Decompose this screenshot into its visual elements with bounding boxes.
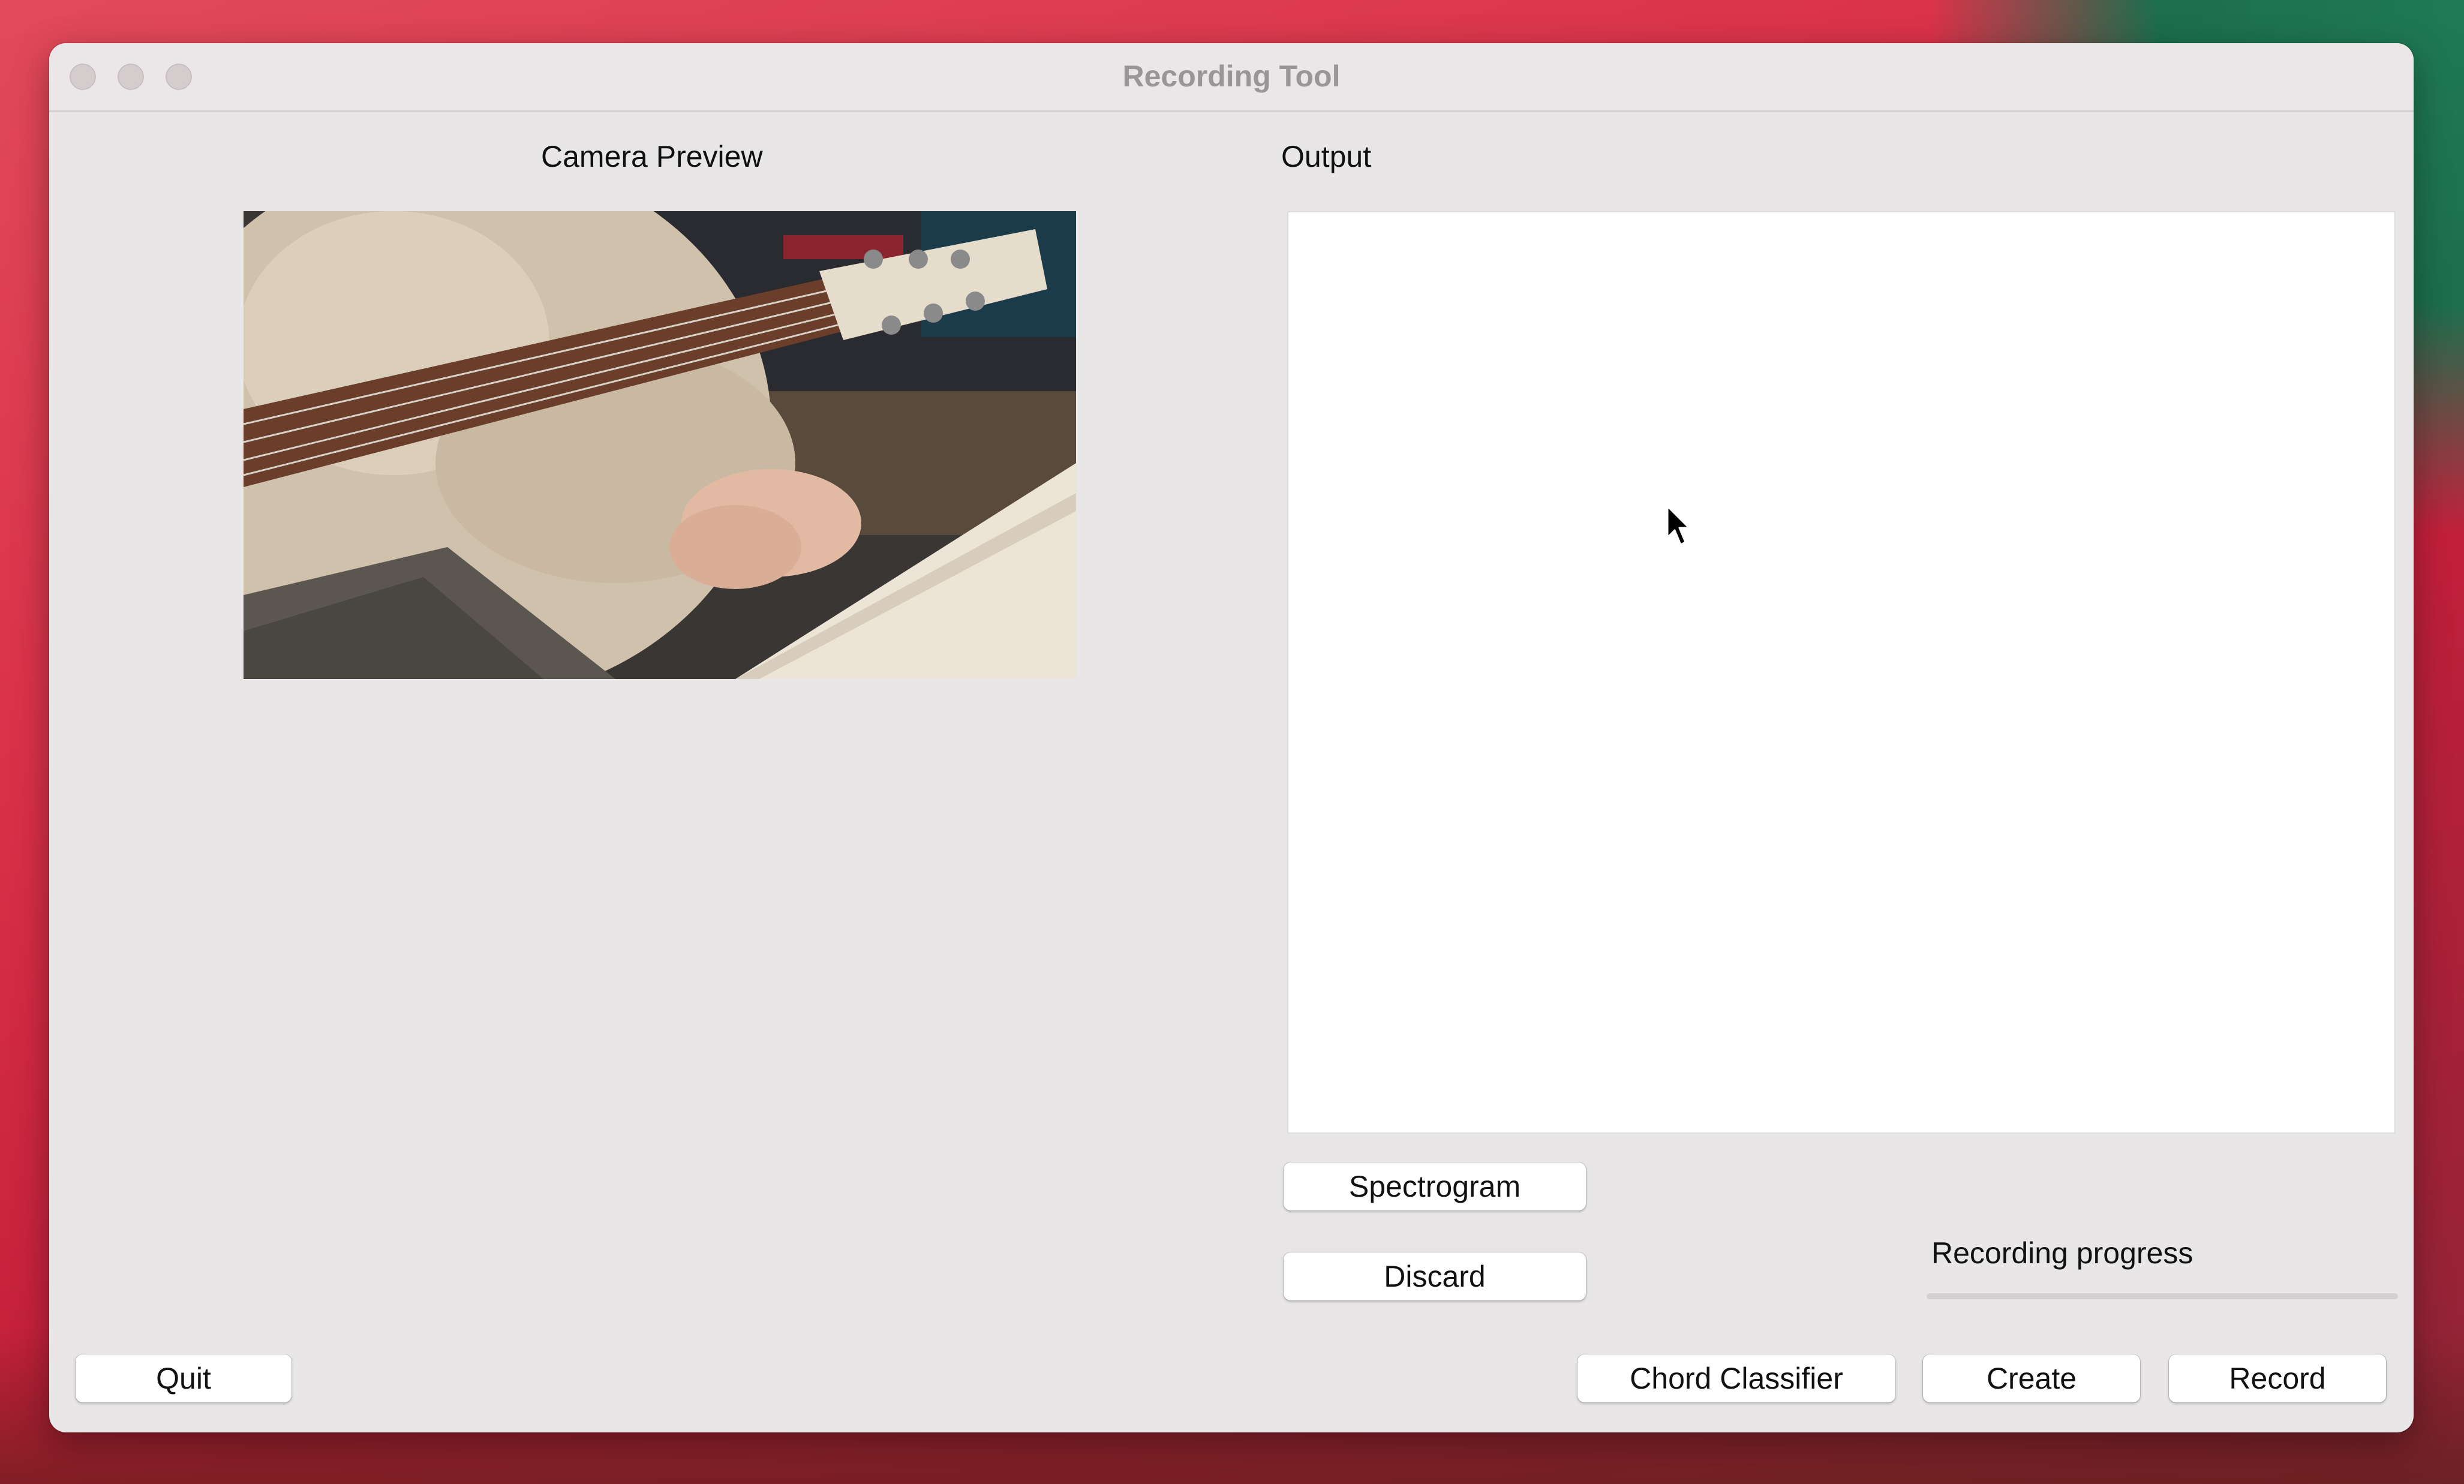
discard-button[interactable]: Discard bbox=[1284, 1252, 1586, 1300]
recording-progress-bar bbox=[1927, 1293, 2398, 1299]
camera-preview-image bbox=[244, 211, 1076, 679]
output-label: Output bbox=[1281, 140, 1372, 173]
mouse-pointer-icon bbox=[1666, 505, 1690, 546]
create-button[interactable]: Create bbox=[1923, 1354, 2140, 1402]
spectrogram-button[interactable]: Spectrogram bbox=[1284, 1162, 1586, 1210]
recording-tool-window: Recording Tool Camera Preview Output Spe… bbox=[49, 43, 2414, 1432]
recording-progress-label: Recording progress bbox=[1931, 1236, 2193, 1270]
output-panel bbox=[1287, 211, 2396, 1134]
window-title: Recording Tool bbox=[1122, 59, 1341, 93]
camera-preview bbox=[244, 211, 1076, 679]
title-bar[interactable]: Recording Tool bbox=[49, 43, 2414, 112]
quit-button[interactable]: Quit bbox=[76, 1354, 292, 1402]
camera-preview-label: Camera Preview bbox=[541, 140, 763, 173]
record-button[interactable]: Record bbox=[2169, 1354, 2386, 1402]
chord-classifier-button[interactable]: Chord Classifier bbox=[1577, 1354, 1895, 1402]
